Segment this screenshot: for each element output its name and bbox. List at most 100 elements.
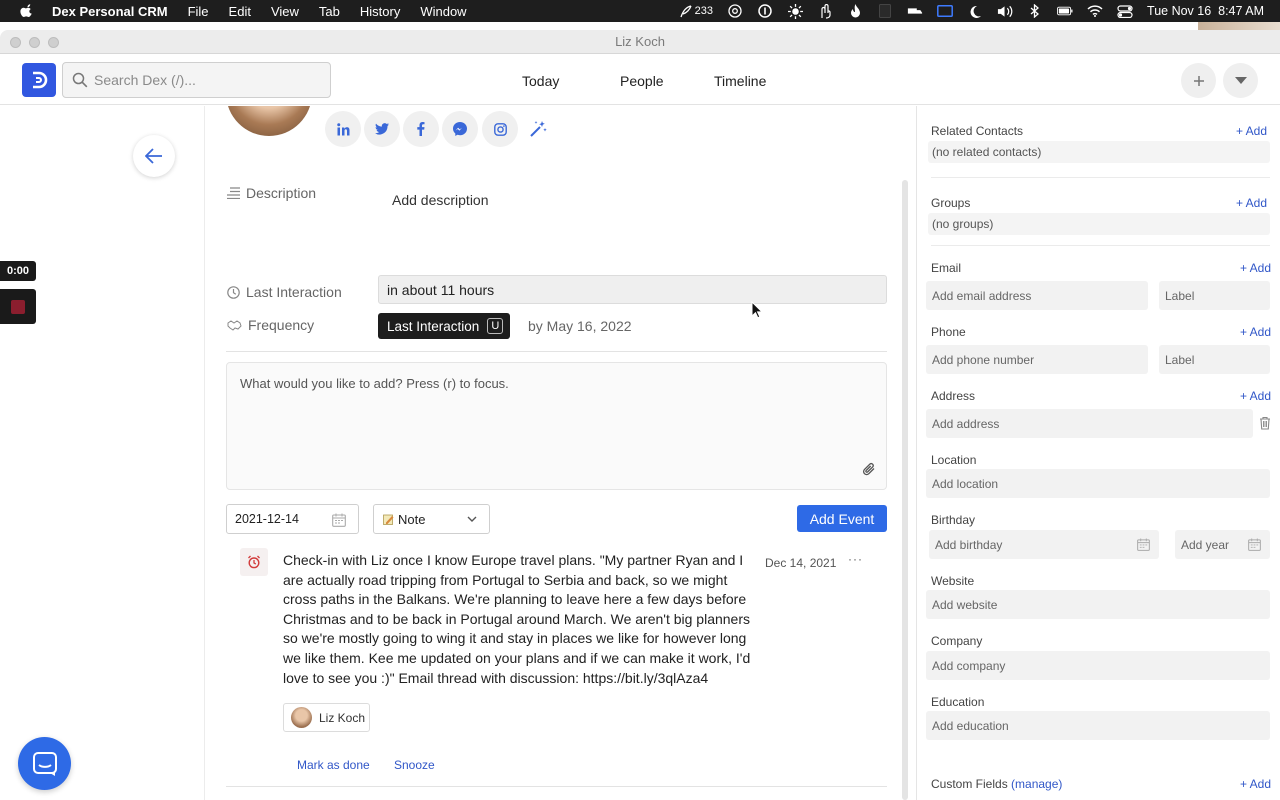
note-composer[interactable]: What would you like to add? Press (r) to… [226, 362, 887, 490]
menu-view[interactable]: View [271, 4, 299, 19]
mark-as-done-button[interactable]: Mark as done [297, 758, 370, 772]
close-window-button[interactable] [10, 37, 21, 48]
event-date: Dec 14, 2021 [765, 556, 837, 570]
menu-file[interactable]: File [188, 4, 209, 19]
tab-today[interactable]: Today [522, 73, 559, 89]
account-menu-button[interactable] [1223, 63, 1258, 98]
add-custom-field-button[interactable]: + Add [1240, 777, 1271, 791]
add-related-contact-button[interactable]: + Add [1236, 124, 1267, 138]
address-field[interactable]: Add address [926, 409, 1253, 438]
frequency-due-date[interactable]: by May 16, 2022 [528, 318, 632, 334]
last-interaction-field[interactable]: in about 11 hours [378, 275, 887, 304]
manage-custom-fields-link[interactable]: (manage) [1011, 777, 1062, 791]
description-field[interactable]: Add description [392, 192, 489, 208]
event-contact-chip[interactable]: Liz Koch [283, 703, 370, 732]
tooltip-shortcut-key: U [487, 318, 504, 334]
education-field[interactable]: Add education [926, 711, 1270, 740]
feather-status[interactable]: 233 [680, 4, 714, 18]
menu-window[interactable]: Window [420, 4, 466, 19]
search-input[interactable] [94, 72, 314, 88]
apple-icon[interactable] [20, 4, 34, 18]
control-center-icon[interactable] [1117, 4, 1133, 18]
email-field[interactable]: Add email address [926, 281, 1148, 310]
paperclip-icon[interactable] [862, 461, 876, 477]
phone-label-field[interactable]: Label [1159, 345, 1270, 374]
feather-icon [680, 4, 692, 17]
menu-history[interactable]: History [360, 4, 400, 19]
facebook-button[interactable] [403, 111, 439, 147]
add-phone-button[interactable]: + Add [1240, 325, 1271, 339]
search-box[interactable] [62, 62, 331, 98]
handshake-icon [227, 319, 242, 331]
dex-logo[interactable] [22, 63, 56, 97]
email-label-field[interactable]: Label [1159, 281, 1270, 310]
groups-value: (no groups) [928, 213, 1270, 235]
contact-chip-name: Liz Koch [319, 710, 366, 725]
add-event-button[interactable]: Add Event [797, 505, 887, 532]
menubar-clock[interactable]: Tue Nov 16 8:47 AM [1147, 4, 1264, 18]
minimize-window-button[interactable] [29, 37, 40, 48]
blank-app-icon[interactable] [877, 4, 893, 18]
twitter-button[interactable] [364, 111, 400, 147]
window-controls [10, 37, 59, 48]
phone-field[interactable]: Add phone number [926, 345, 1148, 374]
birth-year-field[interactable]: Add year [1175, 530, 1270, 559]
event-more-menu[interactable]: ··· [848, 552, 863, 566]
menubar-app-name[interactable]: Dex Personal CRM [52, 4, 168, 19]
tab-people[interactable]: People [620, 73, 664, 89]
website-field[interactable]: Add website [926, 590, 1270, 619]
menu-edit[interactable]: Edit [229, 4, 251, 19]
onepassword-icon[interactable] [757, 4, 773, 18]
battery-icon[interactable] [1057, 4, 1073, 18]
event-type-select[interactable]: Note [373, 504, 490, 534]
support-chat-button[interactable] [18, 737, 71, 790]
calendar-icon [1137, 538, 1150, 551]
stop-recording-button[interactable] [0, 289, 36, 324]
education-label: Education [931, 695, 985, 709]
birthday-label: Birthday [931, 513, 976, 527]
related-contacts-value: (no related contacts) [928, 141, 1270, 163]
feather-count: 233 [694, 5, 714, 17]
instagram-button[interactable] [482, 111, 518, 147]
twitter-icon [375, 123, 389, 135]
add-address-button[interactable]: + Add [1240, 389, 1271, 403]
snooze-button[interactable]: Snooze [394, 758, 435, 772]
moving-icon[interactable] [907, 4, 923, 18]
zoom-window-button[interactable] [48, 37, 59, 48]
stop-icon [11, 299, 25, 314]
bluetooth-icon[interactable] [1027, 4, 1043, 18]
add-email-button[interactable]: + Add [1240, 261, 1271, 275]
messenger-button[interactable] [442, 111, 478, 147]
sun-icon[interactable] [787, 3, 803, 19]
instagram-icon [493, 122, 507, 136]
panel-divider [931, 245, 1270, 246]
main-scrollbar[interactable] [902, 180, 908, 800]
display-icon[interactable] [937, 4, 953, 18]
description-row-label: Description [227, 185, 316, 201]
app-header: Today People Timeline [0, 55, 1280, 105]
wifi-icon[interactable] [1087, 4, 1103, 18]
caret-down-icon [1234, 76, 1247, 84]
add-group-button[interactable]: + Add [1236, 196, 1267, 210]
flame-icon[interactable] [847, 4, 863, 18]
tab-timeline[interactable]: Timeline [714, 73, 766, 89]
last-interaction-row-label: Last Interaction [227, 284, 342, 300]
alarm-clock-icon [240, 548, 268, 576]
company-label: Company [931, 634, 983, 648]
hand-icon[interactable] [817, 3, 833, 19]
at-icon[interactable] [727, 4, 743, 18]
linkedin-button[interactable] [325, 111, 361, 147]
memo-icon [383, 514, 394, 525]
menu-tab[interactable]: Tab [319, 4, 340, 19]
last-interaction-label: Last Interaction [246, 284, 342, 300]
volume-icon[interactable] [997, 4, 1013, 18]
event-date-input[interactable]: 2021-12-14 [226, 504, 359, 534]
moon-icon[interactable] [967, 4, 983, 18]
birthday-field[interactable]: Add birthday [929, 530, 1159, 559]
company-field[interactable]: Add company [926, 651, 1270, 680]
add-button[interactable] [1181, 63, 1216, 98]
back-button[interactable] [133, 135, 175, 177]
trash-icon[interactable] [1259, 416, 1271, 430]
location-field[interactable]: Add location [926, 469, 1270, 498]
magic-wand-icon[interactable] [529, 120, 547, 138]
